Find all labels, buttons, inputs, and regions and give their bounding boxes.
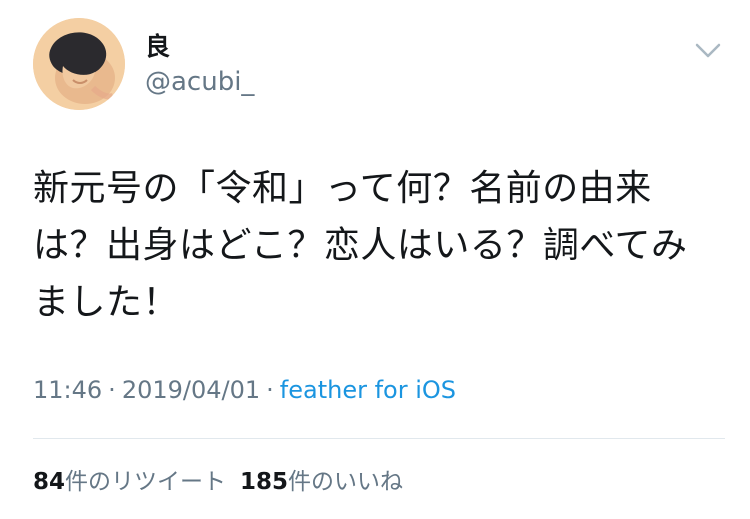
avatar-image [33,18,125,110]
likes-stat[interactable]: 185件のいいね [240,469,403,495]
avatar[interactable] [33,18,125,110]
meta-separator: · [266,376,274,404]
meta-separator: · [108,376,116,404]
likes-count: 185 [240,469,289,495]
divider [33,438,725,439]
display-name[interactable]: 良 [145,32,170,62]
tweet-text: 新元号の「令和」って何？名前の由来は？出身はどこ？恋人はいる？調べてみました！ [33,168,688,323]
retweets-label: 件のリツイート [65,469,227,495]
retweets-count: 84 [33,469,66,495]
tweet-date: 2019/04/01 [121,376,261,404]
tweet-source-link[interactable]: feather for iOS [280,376,456,404]
tweet-time: 11:46 [33,376,103,404]
tweet-meta: 11:46 · 2019/04/01 · feather for iOS [33,374,456,406]
tweet-detail: 良 @acubi_ 新元号の「令和」って何？名前の由来は？出身はどこ？恋人はいる… [0,0,750,519]
chevron-down-icon[interactable] [692,38,724,64]
user-handle[interactable]: @acubi_ [145,66,254,98]
tweet-stats: 84件のリツイート 185件のいいね [33,466,403,498]
likes-label: 件のいいね [288,469,404,495]
retweets-stat[interactable]: 84件のリツイート [33,469,226,495]
